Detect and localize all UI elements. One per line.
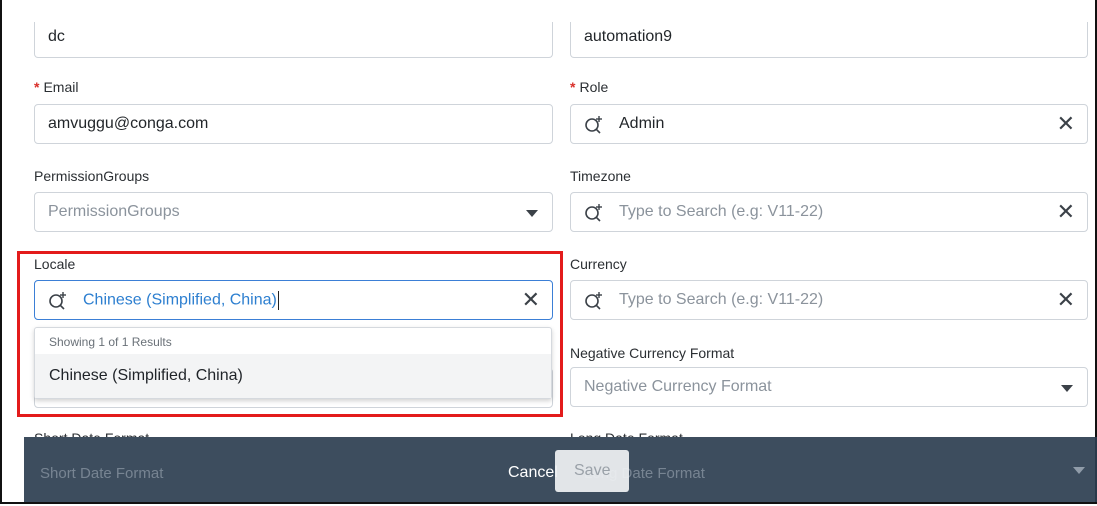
close-icon[interactable]: ✕ [1057,201,1075,223]
action-footer: Short Date Format Long Date Format Cance… [24,437,1097,502]
caret-down-icon [1073,467,1085,474]
last-name-input[interactable]: automation9 [570,22,1088,58]
locale-highlight-box [17,251,563,417]
first-name-input[interactable]: dc [34,22,553,58]
permission-groups-placeholder: PermissionGroups [48,203,180,220]
search-plus-icon [585,292,602,310]
first-name-value: dc [48,27,65,45]
role-value: Admin [619,115,665,132]
role-lookup[interactable]: Admin ✕ [570,104,1088,144]
timezone-label: Timezone [570,168,631,184]
timezone-placeholder: Type to Search (e.g: V11-22) [619,203,824,220]
currency-placeholder: Type to Search (e.g: V11-22) [619,291,824,308]
negative-currency-format-label: Negative Currency Format [570,345,735,361]
caret-down-icon [1061,385,1073,392]
required-mark: * [34,79,40,95]
caret-down-icon [526,210,538,217]
currency-lookup[interactable]: Type to Search (e.g: V11-22) ✕ [570,280,1088,320]
close-icon[interactable]: ✕ [1057,289,1075,311]
negative-currency-format-placeholder: Negative Currency Format [584,378,772,395]
search-plus-icon [585,204,602,222]
email-label: * Email [34,79,79,95]
required-mark: * [570,79,576,95]
short-date-format-placeholder: Short Date Format [40,465,164,482]
currency-label: Currency [570,256,627,272]
role-label: * Role [570,79,609,95]
close-icon[interactable]: ✕ [1057,113,1075,135]
email-field[interactable]: amvuggu@conga.com [34,104,553,144]
last-name-value: automation9 [584,27,673,45]
timezone-lookup[interactable]: Type to Search (e.g: V11-22) ✕ [570,192,1088,232]
permission-groups-label: PermissionGroups [34,168,150,184]
permission-groups-select[interactable]: PermissionGroups [34,192,553,232]
search-plus-icon [585,116,602,134]
email-value: amvuggu@conga.com [48,115,209,132]
save-button[interactable]: Save [555,450,629,492]
negative-currency-format-select[interactable]: Negative Currency Format [570,367,1088,407]
cancel-button[interactable]: Cancel [508,464,558,482]
